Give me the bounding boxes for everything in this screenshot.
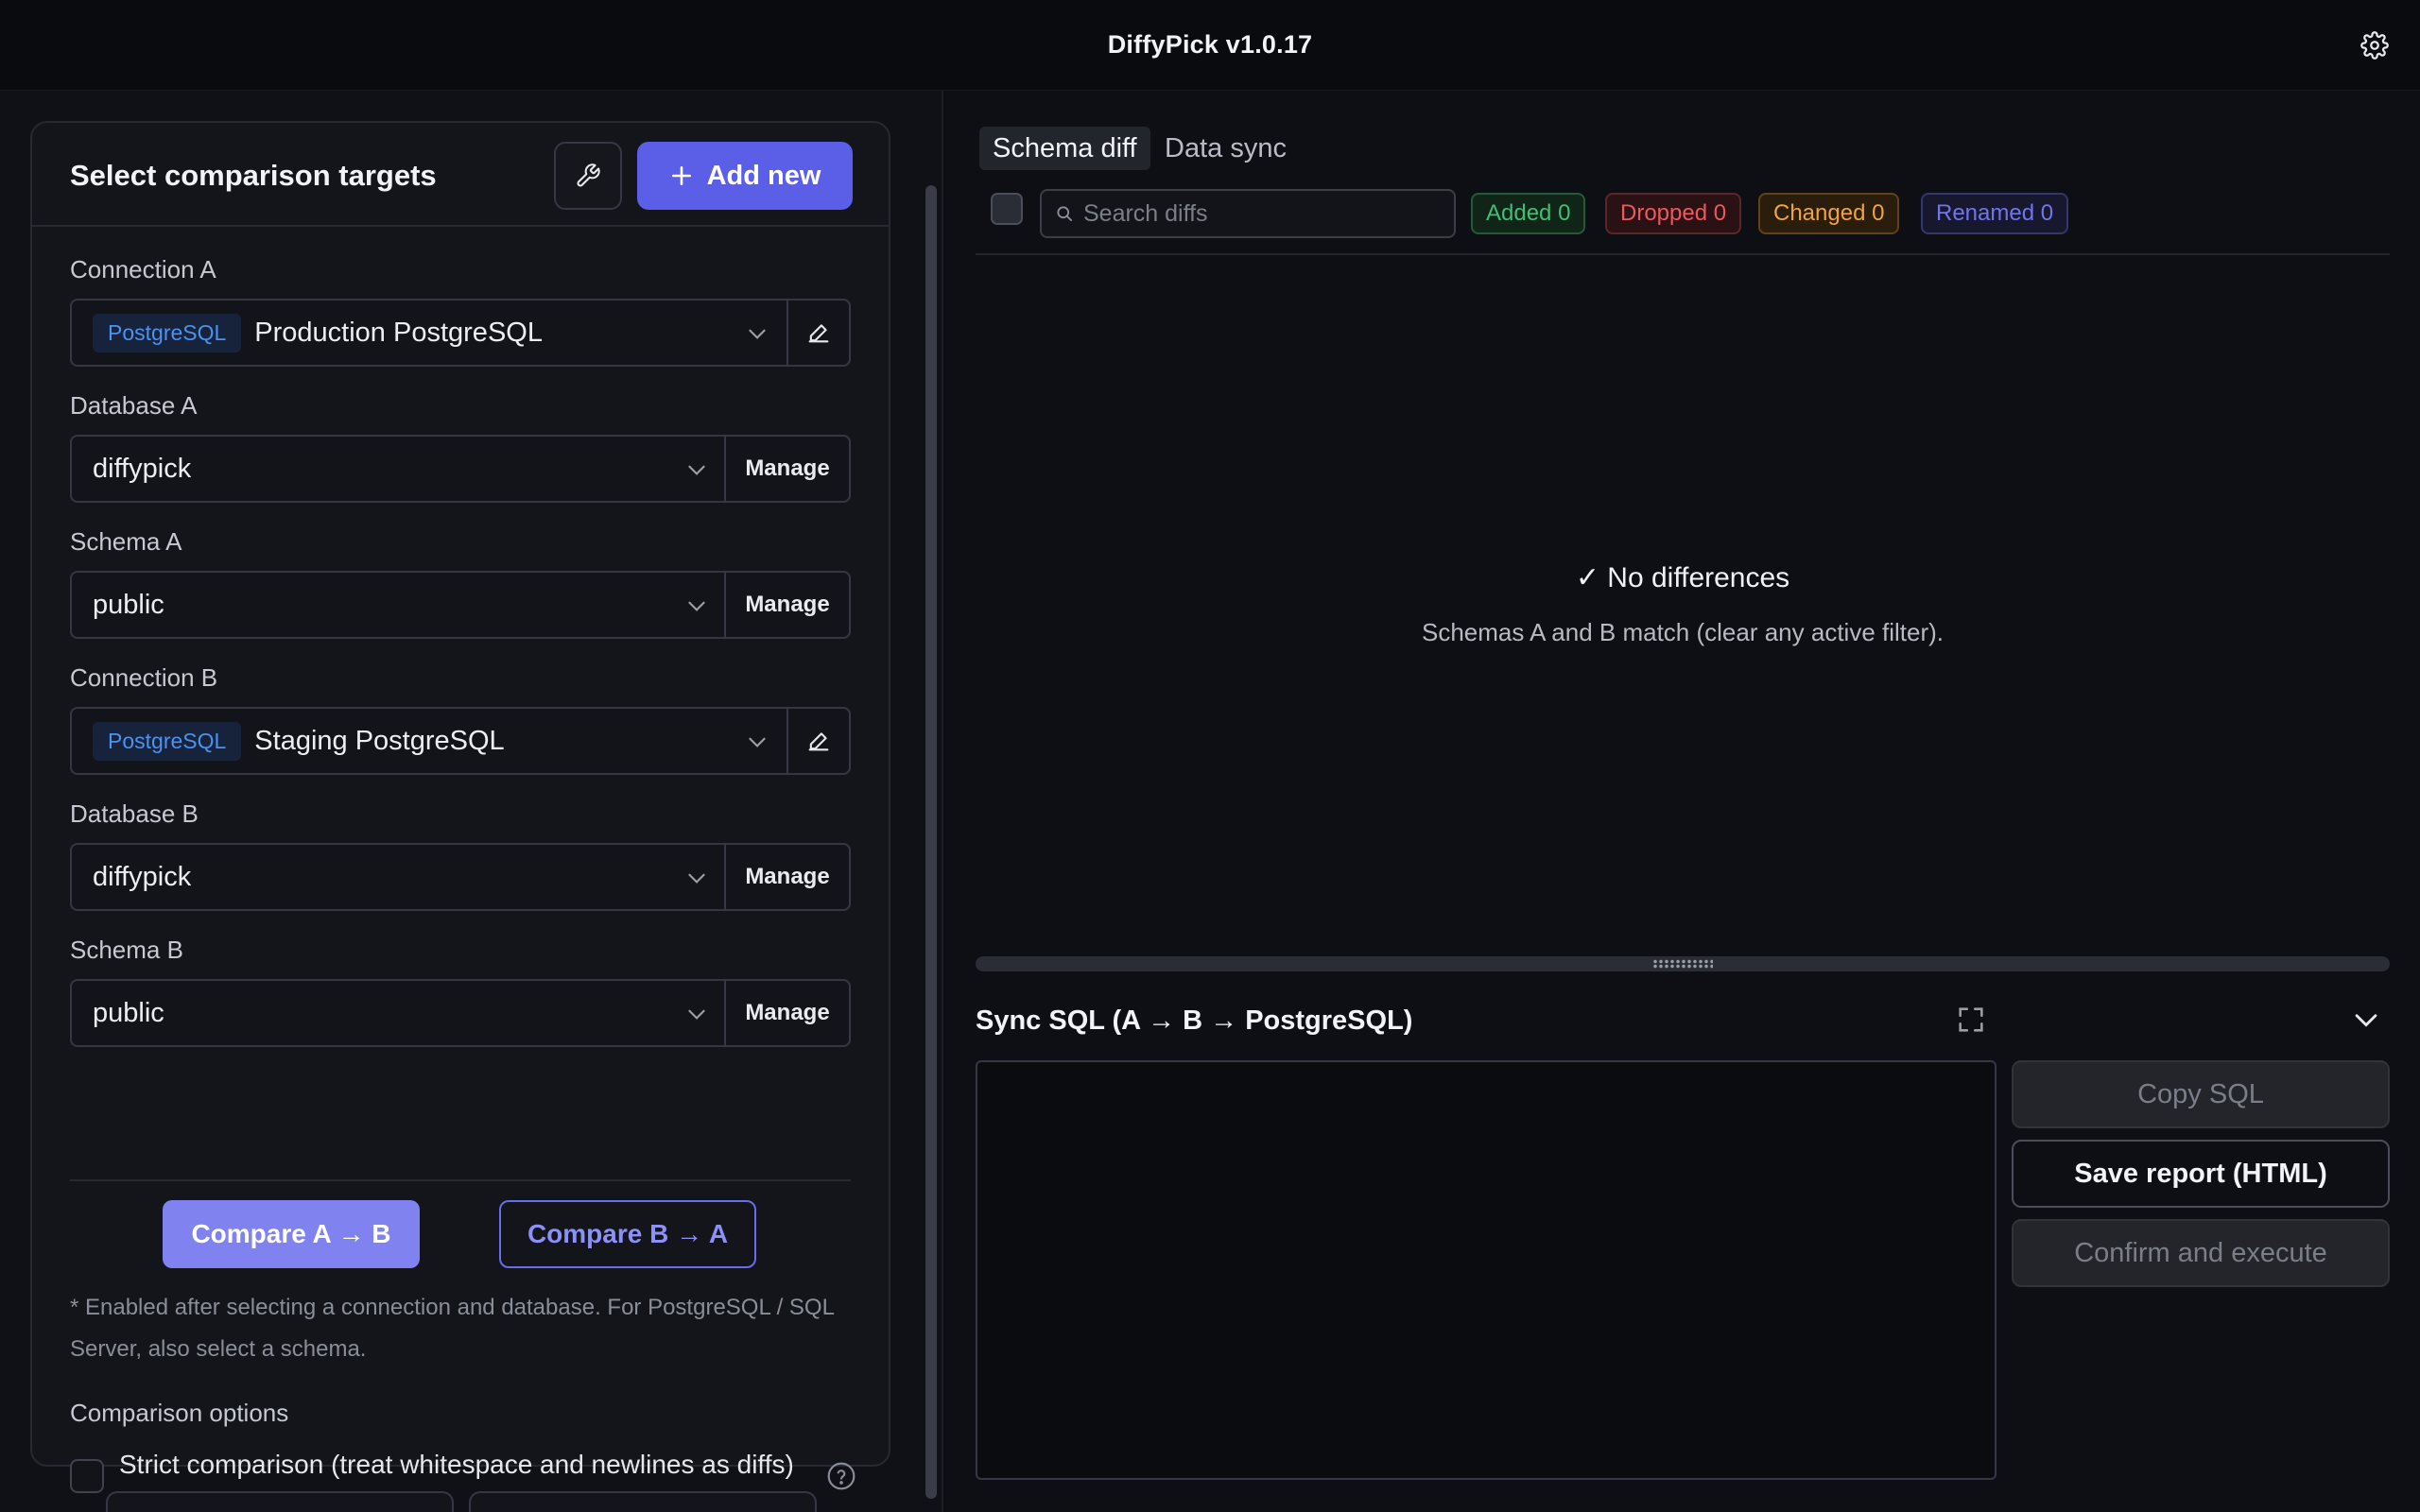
schema-a-select[interactable]: public Manage [70, 571, 851, 639]
manage-database-b-button[interactable]: Manage [724, 845, 849, 909]
footer-button-stub[interactable] [106, 1491, 454, 1512]
sync-sql-title: Sync SQL (A → B → PostgreSQL) [976, 1005, 1413, 1036]
schema-a-label: Schema A [70, 527, 182, 556]
compare-hint: * Enabled after selecting a connection a… [70, 1295, 835, 1362]
confirm-execute-button[interactable]: Confirm and execute [2012, 1219, 2390, 1287]
add-new-label: Add new [706, 160, 821, 191]
connection-a-value: Production PostgreSQL [254, 317, 543, 348]
wrench-icon [577, 163, 600, 187]
added-count-badge[interactable]: Added 0 [1471, 193, 1586, 234]
database-b-label: Database B [70, 799, 199, 828]
expand-icon[interactable] [1955, 1004, 1987, 1036]
strict-comparison-checkbox[interactable] [70, 1459, 104, 1493]
schema-b-select[interactable]: public Manage [70, 979, 851, 1047]
database-b-value: diffypick [93, 861, 192, 892]
panel-title: Select comparison targets [70, 159, 437, 192]
panel-splitter[interactable] [976, 956, 2390, 971]
empty-state-subtitle: Schemas A and B match (clear any active … [1421, 618, 1945, 646]
edit-icon [808, 324, 829, 343]
gear-icon [2360, 31, 2389, 60]
plus-icon [671, 166, 691, 185]
chevron-down-icon [688, 873, 705, 884]
search-input[interactable] [1083, 199, 1443, 228]
select-all-checkbox[interactable] [991, 193, 1023, 225]
connection-b-value: Staging PostgreSQL [254, 725, 505, 756]
copy-sql-button[interactable]: Copy SQL [2012, 1060, 2390, 1128]
chevron-down-icon [688, 1009, 705, 1020]
edit-connection-a-button[interactable] [786, 301, 849, 365]
strict-comparison-label: Strict comparison (treat whitespace and … [119, 1450, 794, 1479]
scrollbar-thumb[interactable] [925, 185, 937, 1499]
connection-a-select[interactable]: PostgreSQL Production PostgreSQL [70, 299, 851, 367]
chevron-down-icon [688, 465, 705, 475]
left-sidebar: Select comparison targets Add new Connec… [0, 91, 943, 1512]
manage-database-a-button[interactable]: Manage [724, 437, 849, 501]
connection-a-label: Connection A [70, 255, 216, 284]
divider [70, 1179, 851, 1181]
search-box[interactable] [1040, 189, 1456, 238]
edit-connection-b-button[interactable] [786, 709, 849, 773]
sidebar-scrollbar[interactable] [923, 185, 938, 1499]
dropped-count-badge[interactable]: Dropped 0 [1605, 193, 1742, 234]
footer-button-stub[interactable] [469, 1491, 817, 1512]
database-a-select[interactable]: diffypick Manage [70, 435, 851, 503]
manage-schema-a-button[interactable]: Manage [724, 573, 849, 637]
database-a-value: diffypick [93, 453, 192, 484]
engine-chip: PostgreSQL [93, 313, 242, 352]
sql-editor[interactable] [976, 1060, 1996, 1480]
database-a-label: Database A [70, 391, 198, 420]
settings-button[interactable] [2352, 23, 2397, 68]
help-icon[interactable] [826, 1461, 856, 1491]
chevron-down-icon [749, 329, 766, 339]
title-bar: DiffyPick v1.0.17 [0, 0, 2420, 91]
connection-b-select[interactable]: PostgreSQL Staging PostgreSQL [70, 707, 851, 775]
renamed-count-badge[interactable]: Renamed 0 [1921, 193, 2069, 234]
compare-a-to-b-button[interactable]: Compare A → B [163, 1200, 420, 1268]
main-area: Schema diff Data sync Added 0 Dropped 0 … [945, 91, 2420, 1512]
search-icon [1057, 206, 1072, 221]
tools-button[interactable] [554, 142, 622, 210]
chevron-down-icon [688, 601, 705, 611]
chevron-down-icon [749, 737, 766, 747]
database-b-select[interactable]: diffypick Manage [70, 843, 851, 911]
chevron-down-icon[interactable] [2350, 1004, 2382, 1036]
schema-b-value: public [93, 997, 164, 1028]
schema-b-label: Schema B [70, 936, 183, 964]
manage-schema-b-button[interactable]: Manage [724, 981, 849, 1045]
comparison-targets-panel: Select comparison targets Add new Connec… [30, 121, 890, 1493]
tab-data-sync[interactable]: Data sync [1151, 127, 1300, 170]
save-report-button[interactable]: Save report (HTML) [2012, 1140, 2390, 1208]
panel-header: Select comparison targets Add new [32, 123, 889, 227]
engine-chip: PostgreSQL [93, 721, 242, 761]
add-new-button[interactable]: Add new [637, 142, 853, 210]
empty-state-title: ✓ No differences [1575, 562, 1790, 593]
changed-count-badge[interactable]: Changed 0 [1758, 193, 1900, 234]
compare-b-to-a-button[interactable]: Compare B → A [499, 1200, 756, 1268]
edit-icon [808, 732, 829, 751]
tab-schema-diff[interactable]: Schema diff [979, 127, 1150, 170]
drag-handle-icon [1652, 959, 1713, 969]
connection-b-label: Connection B [70, 663, 218, 692]
app-title: DiffyPick v1.0.17 [1107, 30, 1313, 59]
schema-a-value: public [93, 589, 164, 620]
comparison-options-label: Comparison options [70, 1399, 289, 1427]
